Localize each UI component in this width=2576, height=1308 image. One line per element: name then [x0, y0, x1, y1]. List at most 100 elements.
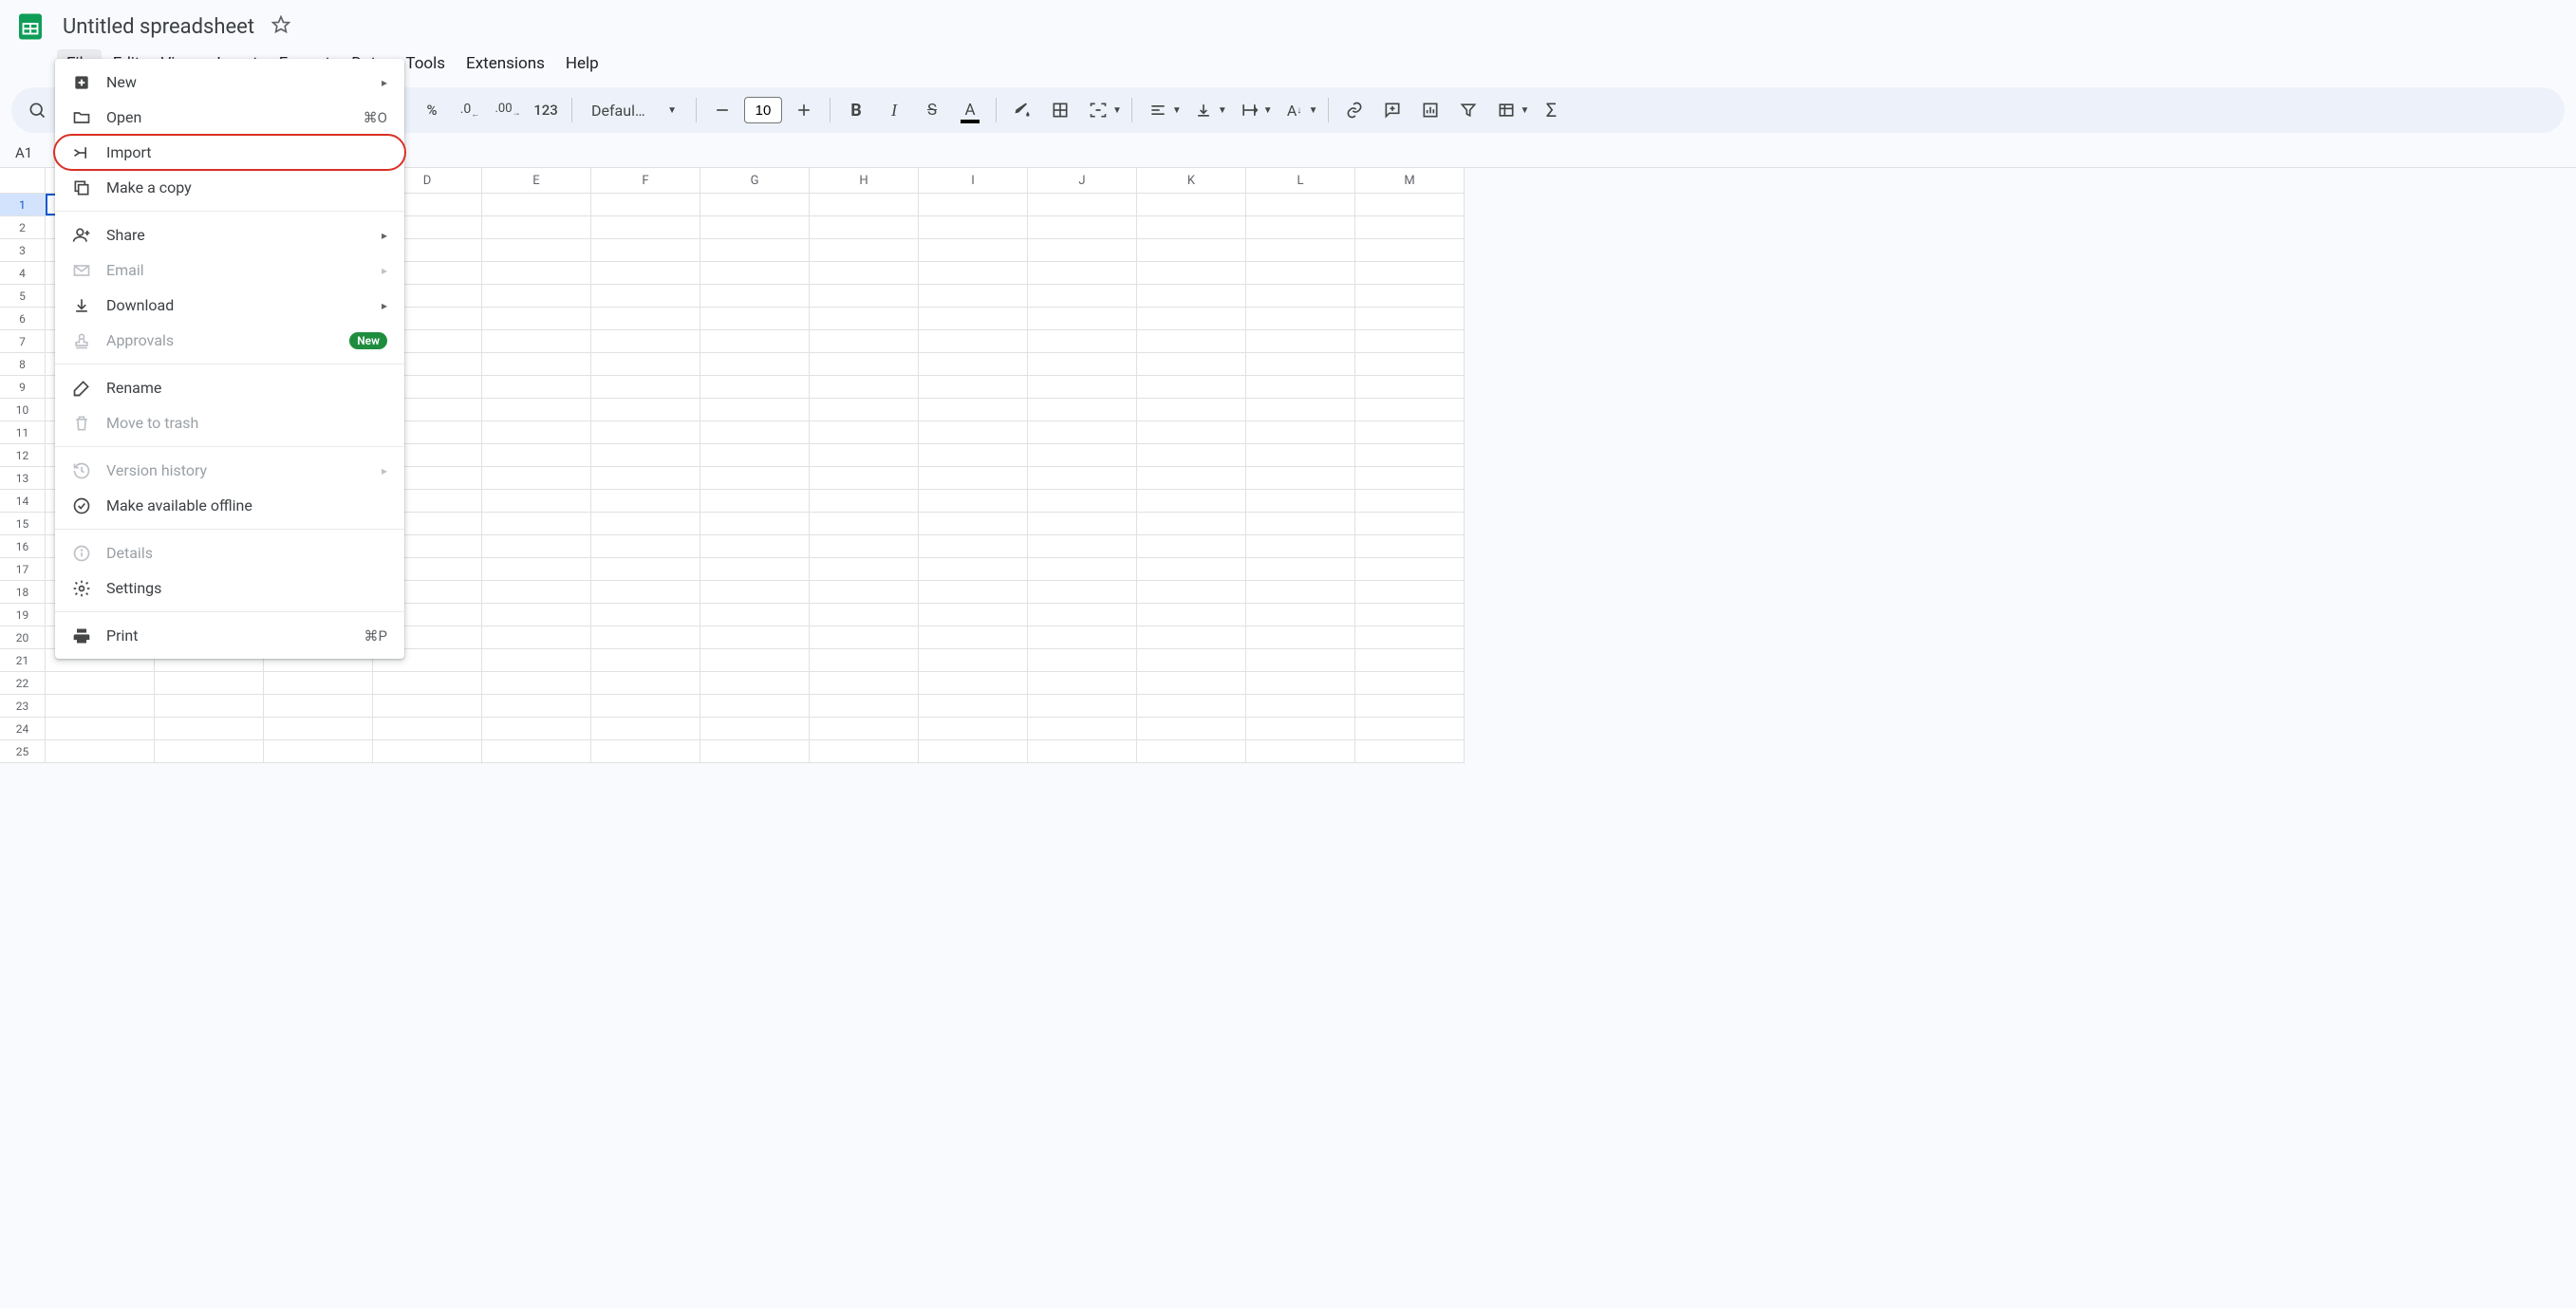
- cell[interactable]: [1028, 376, 1137, 399]
- cell[interactable]: [373, 695, 482, 718]
- cell[interactable]: [700, 399, 810, 421]
- create-filter-button[interactable]: [1452, 94, 1484, 126]
- star-icon[interactable]: [268, 11, 294, 42]
- row-header[interactable]: 23: [0, 695, 46, 718]
- cell[interactable]: [482, 672, 591, 695]
- cell[interactable]: [1028, 581, 1137, 604]
- col-header-F[interactable]: F: [591, 168, 700, 194]
- cell[interactable]: [591, 490, 700, 513]
- cell[interactable]: [919, 649, 1028, 672]
- cell[interactable]: [919, 194, 1028, 216]
- cell[interactable]: [1355, 626, 1465, 649]
- cell[interactable]: [919, 467, 1028, 490]
- cell[interactable]: [1355, 421, 1465, 444]
- row-header[interactable]: 19: [0, 604, 46, 626]
- cell[interactable]: [1246, 353, 1355, 376]
- cell[interactable]: [1028, 330, 1137, 353]
- cell[interactable]: [1137, 581, 1246, 604]
- cell[interactable]: [1028, 399, 1137, 421]
- cell[interactable]: [1246, 216, 1355, 239]
- file-menu-share[interactable]: Share: [55, 217, 404, 252]
- row-header[interactable]: 24: [0, 718, 46, 740]
- cell[interactable]: [482, 239, 591, 262]
- cell[interactable]: [810, 558, 919, 581]
- cell[interactable]: [482, 626, 591, 649]
- borders-button[interactable]: [1044, 94, 1076, 126]
- cell[interactable]: [591, 604, 700, 626]
- cell[interactable]: [810, 421, 919, 444]
- cell[interactable]: [482, 353, 591, 376]
- cell[interactable]: [919, 216, 1028, 239]
- cell[interactable]: [1137, 604, 1246, 626]
- cell[interactable]: [1355, 216, 1465, 239]
- wrap-button[interactable]: ▼: [1233, 94, 1273, 126]
- cell[interactable]: [1028, 558, 1137, 581]
- cell[interactable]: [1246, 535, 1355, 558]
- h-align-button[interactable]: ▼: [1142, 94, 1182, 126]
- cell[interactable]: [482, 581, 591, 604]
- cell[interactable]: [919, 740, 1028, 763]
- cell[interactable]: [264, 695, 373, 718]
- file-menu-open[interactable]: Open⌘O: [55, 100, 404, 135]
- row-header[interactable]: 22: [0, 672, 46, 695]
- decrease-font-button[interactable]: [706, 94, 738, 126]
- col-header-G[interactable]: G: [700, 168, 810, 194]
- file-menu-make-available-offline[interactable]: Make available offline: [55, 488, 404, 523]
- cell[interactable]: [155, 672, 264, 695]
- row-header[interactable]: 17: [0, 558, 46, 581]
- cell[interactable]: [482, 376, 591, 399]
- cell[interactable]: [919, 490, 1028, 513]
- row-header[interactable]: 6: [0, 308, 46, 330]
- row-header[interactable]: 11: [0, 421, 46, 444]
- row-header[interactable]: 7: [0, 330, 46, 353]
- cell[interactable]: [482, 513, 591, 535]
- cell[interactable]: [1355, 672, 1465, 695]
- cell[interactable]: [700, 604, 810, 626]
- bold-button[interactable]: B: [840, 94, 872, 126]
- cell[interactable]: [373, 718, 482, 740]
- cell[interactable]: [373, 672, 482, 695]
- cell[interactable]: [1028, 194, 1137, 216]
- cell[interactable]: [919, 421, 1028, 444]
- cell[interactable]: [1246, 421, 1355, 444]
- file-menu-settings[interactable]: Settings: [55, 570, 404, 606]
- cell[interactable]: [919, 353, 1028, 376]
- cell[interactable]: [1028, 262, 1137, 285]
- cell[interactable]: [1246, 672, 1355, 695]
- cell[interactable]: [482, 649, 591, 672]
- cell[interactable]: [1246, 558, 1355, 581]
- cell[interactable]: [700, 672, 810, 695]
- cell[interactable]: [1355, 239, 1465, 262]
- cell[interactable]: [591, 535, 700, 558]
- cell[interactable]: [482, 718, 591, 740]
- cell[interactable]: [919, 718, 1028, 740]
- cell[interactable]: [700, 649, 810, 672]
- table-view-button[interactable]: ▼: [1490, 94, 1530, 126]
- doc-title[interactable]: Untitled spreadsheet: [57, 13, 260, 41]
- rotate-button[interactable]: A↓▼: [1279, 94, 1318, 126]
- cell[interactable]: [482, 308, 591, 330]
- row-header[interactable]: 9: [0, 376, 46, 399]
- col-header-K[interactable]: K: [1137, 168, 1246, 194]
- cell[interactable]: [46, 740, 155, 763]
- cell[interactable]: [700, 444, 810, 467]
- cell[interactable]: [1137, 239, 1246, 262]
- cell[interactable]: [700, 285, 810, 308]
- cell[interactable]: [1355, 399, 1465, 421]
- cell[interactable]: [700, 513, 810, 535]
- italic-button[interactable]: I: [878, 94, 910, 126]
- cell[interactable]: [1137, 262, 1246, 285]
- cell[interactable]: [810, 399, 919, 421]
- cell[interactable]: [810, 262, 919, 285]
- cell[interactable]: [591, 626, 700, 649]
- row-header[interactable]: 1: [0, 194, 46, 216]
- cell[interactable]: [482, 604, 591, 626]
- cell[interactable]: [591, 262, 700, 285]
- cell[interactable]: [1355, 695, 1465, 718]
- row-header[interactable]: 21: [0, 649, 46, 672]
- cell[interactable]: [482, 444, 591, 467]
- cell[interactable]: [264, 672, 373, 695]
- cell[interactable]: [700, 558, 810, 581]
- cell[interactable]: [1137, 376, 1246, 399]
- cell[interactable]: [155, 740, 264, 763]
